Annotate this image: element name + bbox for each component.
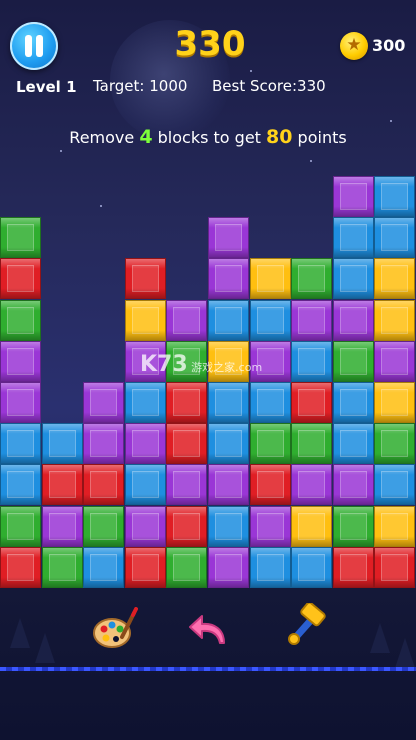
block-blue[interactable] [0,464,41,506]
block-purple[interactable] [166,299,208,341]
block-green[interactable] [0,299,41,341]
block-red[interactable] [83,464,125,506]
block-yellow[interactable] [249,258,291,300]
block-blue[interactable] [374,464,416,506]
block-blue[interactable] [332,217,374,259]
block-red[interactable] [374,546,416,588]
block-blue[interactable] [332,382,374,423]
block-yellow[interactable] [374,258,416,300]
block-purple[interactable] [83,423,125,465]
undo-arrow-icon[interactable] [186,607,232,653]
block-red[interactable] [41,464,83,506]
block-blue[interactable] [208,382,249,423]
block-blue[interactable] [124,464,166,506]
block-yellow[interactable] [291,505,333,547]
block-blue[interactable] [0,423,41,465]
block-red[interactable] [124,258,166,300]
block-blue[interactable] [374,217,416,259]
rope-divider [0,667,416,671]
hammer-icon[interactable] [282,603,328,649]
block-green[interactable] [83,505,125,547]
block-purple[interactable] [83,382,125,423]
block-blue[interactable] [124,382,166,423]
block-blue[interactable] [208,423,249,465]
block-purple[interactable] [291,464,333,506]
block-blue[interactable] [208,505,249,547]
block-purple[interactable] [332,299,374,341]
block-blue[interactable] [249,546,291,588]
block-red[interactable] [291,382,333,423]
watermark: K73 游戏之家.com [140,352,263,377]
block-red[interactable] [249,464,291,506]
block-blue[interactable] [208,299,249,341]
block-green[interactable] [249,423,291,465]
game-screen: Level 1 330 Target: 1000 Best Score:330 … [0,0,416,740]
block-purple[interactable] [0,382,41,423]
block-red[interactable] [166,382,208,423]
block-yellow[interactable] [374,505,416,547]
block-purple[interactable] [249,505,291,547]
block-purple[interactable] [332,176,374,217]
block-purple[interactable] [208,258,249,300]
block-red[interactable] [124,546,166,588]
block-blue[interactable] [374,176,416,217]
block-purple[interactable] [124,505,166,547]
block-green[interactable] [291,258,333,300]
block-green[interactable] [332,505,374,547]
palette-icon[interactable] [92,607,138,653]
block-green[interactable] [41,546,83,588]
block-blue[interactable] [291,546,333,588]
block-purple[interactable] [124,423,166,465]
block-red[interactable] [0,258,41,300]
block-purple[interactable] [374,340,416,382]
block-green[interactable] [374,423,416,465]
block-red[interactable] [166,423,208,465]
block-purple[interactable] [291,299,333,341]
block-purple[interactable] [41,505,83,547]
block-yellow[interactable] [374,299,416,341]
block-purple[interactable] [208,464,249,506]
block-purple[interactable] [0,340,41,382]
block-purple[interactable] [166,464,208,506]
block-blue[interactable] [332,258,374,300]
block-green[interactable] [291,423,333,465]
block-blue[interactable] [332,423,374,465]
block-yellow[interactable] [124,299,166,341]
block-red[interactable] [166,505,208,547]
block-purple[interactable] [208,217,249,259]
block-green[interactable] [0,505,41,547]
block-red[interactable] [332,546,374,588]
block-blue[interactable] [83,546,125,588]
block-green[interactable] [166,546,208,588]
block-red[interactable] [0,546,41,588]
block-blue[interactable] [291,340,333,382]
block-blue[interactable] [41,423,83,465]
block-yellow[interactable] [374,382,416,423]
block-blue[interactable] [249,382,291,423]
block-purple[interactable] [332,464,374,506]
block-purple[interactable] [208,546,249,588]
block-green[interactable] [332,340,374,382]
block-green[interactable] [0,217,41,259]
block-blue[interactable] [249,299,291,341]
